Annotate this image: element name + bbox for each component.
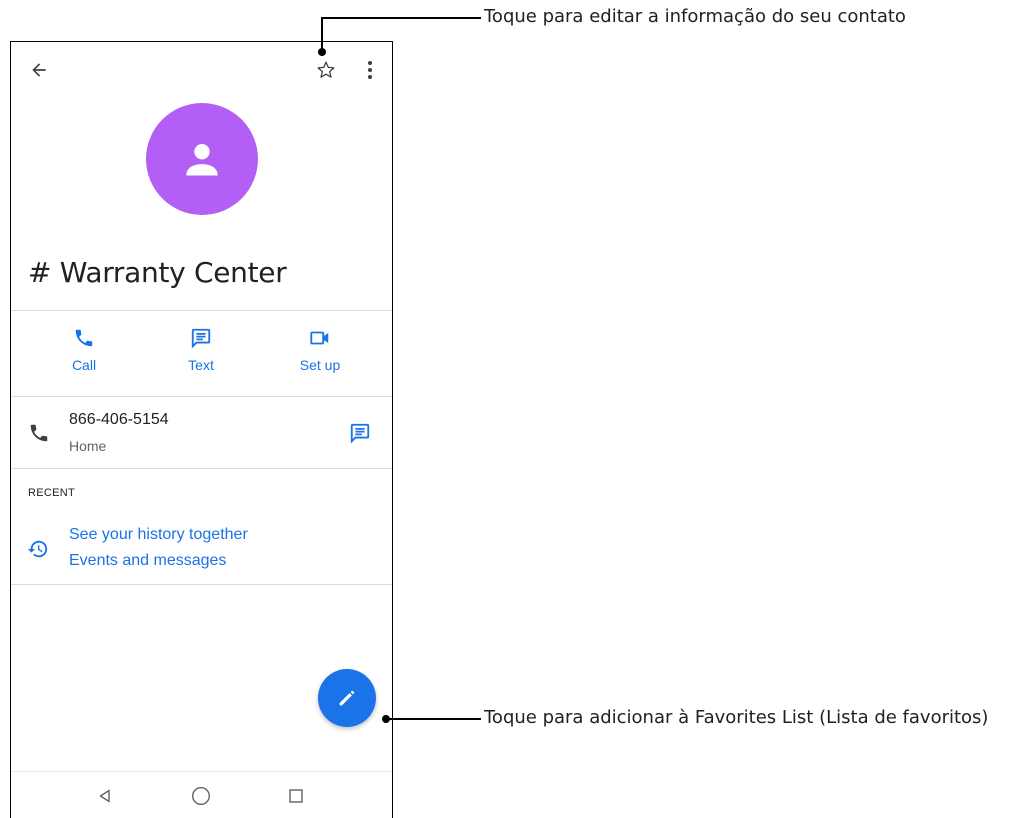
nav-recents-button[interactable] <box>284 784 308 808</box>
triangle-back-icon <box>99 789 110 803</box>
nav-back-button[interactable] <box>93 784 117 808</box>
edit-fab-button[interactable] <box>318 669 376 727</box>
contact-avatar <box>146 103 258 215</box>
contact-name: # Warranty Center <box>28 256 287 289</box>
message-icon <box>191 328 211 349</box>
nav-home-button[interactable] <box>188 783 214 809</box>
message-icon <box>350 423 370 444</box>
divider <box>11 396 392 397</box>
call-action[interactable]: Call <box>44 327 124 373</box>
phone-screen: # Warranty Center Call Text Set up 866-4… <box>10 41 393 818</box>
phone-number: 866-406-5154 <box>69 411 169 428</box>
divider <box>11 310 392 311</box>
phone-type: Home <box>69 438 107 454</box>
favorite-star-button[interactable] <box>312 56 340 84</box>
callout-line-top-vertical <box>321 18 323 50</box>
divider <box>11 468 392 469</box>
star-outline-icon <box>317 61 335 78</box>
recent-section-title: RECENT <box>28 487 76 499</box>
history-icon <box>27 540 48 558</box>
divider <box>11 584 392 585</box>
pencil-icon <box>339 690 355 706</box>
setup-label: Set up <box>299 357 341 373</box>
callout-top-text: Toque para editar a informação do seu co… <box>484 6 906 27</box>
text-label: Text <box>188 357 214 373</box>
back-button[interactable] <box>25 56 53 84</box>
square-recents-icon <box>289 789 303 803</box>
callout-line-bottom <box>388 718 481 720</box>
call-label: Call <box>71 357 97 373</box>
message-number-button[interactable] <box>345 418 375 448</box>
person-icon <box>186 143 218 176</box>
callout-line-top-horizontal <box>321 17 481 19</box>
phone-icon <box>75 329 93 347</box>
callout-bottom-text: Toque para adicionar à Favorites List (L… <box>484 707 989 728</box>
more-vert-icon <box>368 61 372 79</box>
more-options-button[interactable] <box>358 56 382 84</box>
history-subtitle: Events and messages <box>69 552 227 569</box>
system-nav-bar <box>11 771 392 818</box>
history-title: See your history together <box>69 526 248 543</box>
video-icon <box>310 331 329 345</box>
phone-icon <box>30 424 48 442</box>
arrow-left-icon <box>32 63 46 77</box>
setup-video-action[interactable]: Set up <box>280 327 360 373</box>
text-action[interactable]: Text <box>161 327 241 373</box>
circle-home-icon <box>191 786 211 806</box>
